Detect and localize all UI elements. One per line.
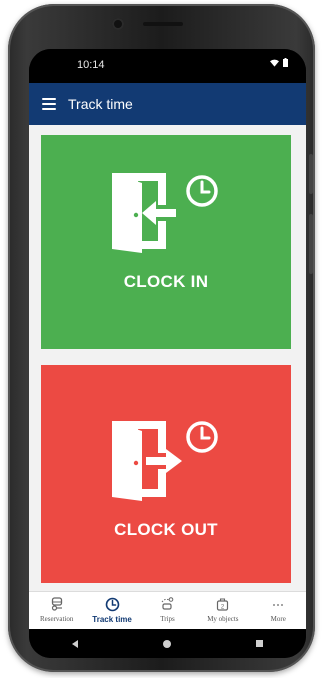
earpiece-speaker <box>143 22 183 26</box>
more-dots-icon <box>271 596 285 612</box>
nav-label-trips: Trips <box>160 615 175 623</box>
bottom-nav: Reservation Track time Trips 2 My object… <box>29 591 306 630</box>
nav-label-more: More <box>270 615 286 623</box>
nav-label-my-objects: My objects <box>207 615 239 623</box>
object-bag-icon: 2 <box>216 596 229 612</box>
car-key-icon <box>50 596 64 612</box>
wifi-icon <box>270 59 279 67</box>
clock-icon <box>105 596 120 612</box>
clock-in-button[interactable]: CLOCK IN <box>41 135 291 349</box>
clock-in-label: CLOCK IN <box>123 272 209 291</box>
nav-item-trips[interactable]: Trips <box>140 592 195 623</box>
clock-out-button[interactable]: CLOCK OUT <box>41 365 291 583</box>
door-enter-clock-icon <box>96 169 236 258</box>
screen: 10:14 Track time CLOCK IN CLOCK OUT Rese… <box>29 49 306 658</box>
door-exit-clock-icon <box>96 417 236 506</box>
phone-frame: 10:14 Track time CLOCK IN CLOCK OUT Rese… <box>8 4 315 672</box>
nav-label-track-time: Track time <box>92 615 132 624</box>
status-bar: 10:14 <box>29 49 306 83</box>
nav-item-track-time[interactable]: Track time <box>85 592 140 624</box>
front-camera <box>112 18 124 30</box>
app-bar: Track time <box>29 83 306 125</box>
system-nav-bar <box>29 629 306 658</box>
nav-item-reservation[interactable]: Reservation <box>29 592 84 623</box>
recent-apps-icon[interactable] <box>256 640 264 647</box>
nav-item-more[interactable]: More <box>251 592 306 623</box>
status-time: 10:14 <box>77 59 105 71</box>
home-icon[interactable] <box>162 639 171 648</box>
volume-button <box>309 154 313 194</box>
route-car-icon <box>160 596 175 612</box>
main-content: CLOCK IN CLOCK OUT <box>29 125 306 591</box>
battery-icon <box>283 58 288 67</box>
clock-out-label: CLOCK OUT <box>114 520 218 539</box>
nav-label-reservation: Reservation <box>39 615 74 623</box>
back-icon[interactable] <box>71 639 78 648</box>
hamburger-menu-icon[interactable] <box>42 98 56 110</box>
power-button <box>309 214 313 274</box>
page-title: Track time <box>68 96 133 112</box>
nav-item-my-objects[interactable]: 2 My objects <box>195 592 250 623</box>
